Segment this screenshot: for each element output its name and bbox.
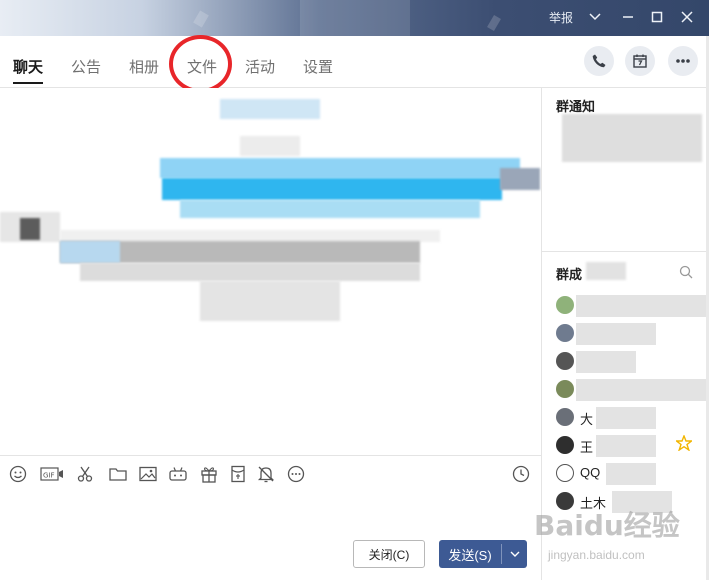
close-button[interactable]: 关闭(C)	[353, 540, 425, 568]
pixelated-content	[596, 435, 656, 457]
game-icon[interactable]	[168, 464, 188, 484]
tab-settings[interactable]: 设置	[303, 56, 333, 84]
tab-activity[interactable]: 活动	[245, 56, 275, 84]
history-clock-icon[interactable]	[511, 464, 531, 484]
send-button-label: 发送(S)	[448, 547, 492, 563]
member-item[interactable]	[556, 323, 706, 345]
avatar	[556, 352, 574, 370]
mute-bell-icon[interactable]	[256, 464, 276, 484]
image-icon[interactable]	[138, 464, 158, 484]
phone-icon[interactable]	[584, 46, 614, 76]
maximize-icon[interactable]	[646, 6, 668, 28]
tab-album[interactable]: 相册	[129, 56, 159, 84]
pixelated-content	[200, 281, 340, 321]
avatar	[556, 408, 574, 426]
chevron-down-icon[interactable]	[502, 551, 527, 557]
gif-icon[interactable]: GIF	[40, 464, 64, 484]
watermark-url: jingyan.baidu.com	[548, 548, 645, 562]
avatar	[556, 464, 574, 482]
send-button[interactable]: 发送(S)	[439, 540, 527, 568]
member-item[interactable]: 王	[556, 434, 706, 457]
close-button-label: 关闭(C)	[368, 547, 410, 562]
pixelated-content	[20, 218, 40, 240]
more-icon[interactable]	[668, 46, 698, 76]
watermark-logo: Baidu经验	[534, 509, 680, 542]
svg-text:GIF: GIF	[43, 472, 55, 480]
member-item[interactable]: 大	[556, 407, 706, 429]
avatar	[556, 324, 574, 342]
pixelated-content	[160, 158, 520, 178]
divider	[542, 251, 709, 252]
pixelated-content	[60, 241, 120, 263]
close-icon[interactable]	[676, 6, 698, 28]
pixelated-content	[500, 168, 540, 190]
group-notice-title: 群通知	[556, 99, 596, 114]
annotation-circle	[169, 35, 232, 93]
title-bar: 举报	[0, 0, 709, 36]
pixelated-content	[162, 178, 502, 200]
pixelated-content	[180, 200, 480, 218]
tab-chat[interactable]: 聊天	[13, 56, 44, 84]
tab-announcement[interactable]: 公告	[71, 56, 101, 84]
red-packet-icon[interactable]	[228, 464, 248, 484]
folder-icon[interactable]	[108, 464, 128, 484]
message-input[interactable]	[0, 491, 541, 536]
avatar	[556, 296, 574, 314]
pixelated-content	[606, 463, 656, 485]
pixelated-content	[220, 99, 320, 119]
minimize-icon[interactable]	[617, 6, 639, 28]
pixelated-content	[576, 379, 706, 401]
pixelated-content	[576, 323, 656, 345]
owner-star-icon	[674, 434, 694, 456]
member-item[interactable]	[556, 295, 706, 317]
member-item[interactable]	[556, 379, 706, 401]
avatar	[556, 436, 574, 454]
pixelated-content	[576, 351, 636, 373]
pixelated-content	[596, 407, 656, 429]
chat-message-area[interactable]	[0, 88, 541, 455]
member-name: 王	[580, 440, 594, 455]
pixelated-content	[576, 295, 706, 317]
member-item[interactable]	[556, 351, 706, 373]
pixelated-content	[80, 263, 420, 281]
search-icon[interactable]	[679, 265, 693, 284]
report-button[interactable]: 举报	[549, 9, 573, 26]
input-toolbar: GIF	[0, 455, 541, 491]
pixelated-content	[562, 114, 702, 162]
more-circle-icon[interactable]	[286, 464, 306, 484]
member-name: QQ	[580, 465, 601, 480]
member-item[interactable]: QQ	[556, 463, 706, 485]
pixelated-content	[586, 262, 626, 280]
screenshot-scissors-icon[interactable]	[75, 464, 95, 484]
calendar-icon[interactable]	[625, 46, 655, 76]
gift-icon[interactable]	[199, 464, 219, 484]
group-members-title: 群成	[556, 267, 583, 282]
member-name: 大	[580, 412, 594, 427]
pixelated-content	[240, 136, 300, 156]
emoji-icon[interactable]	[8, 464, 28, 484]
avatar	[556, 380, 574, 398]
chevron-down-icon[interactable]	[584, 6, 606, 28]
